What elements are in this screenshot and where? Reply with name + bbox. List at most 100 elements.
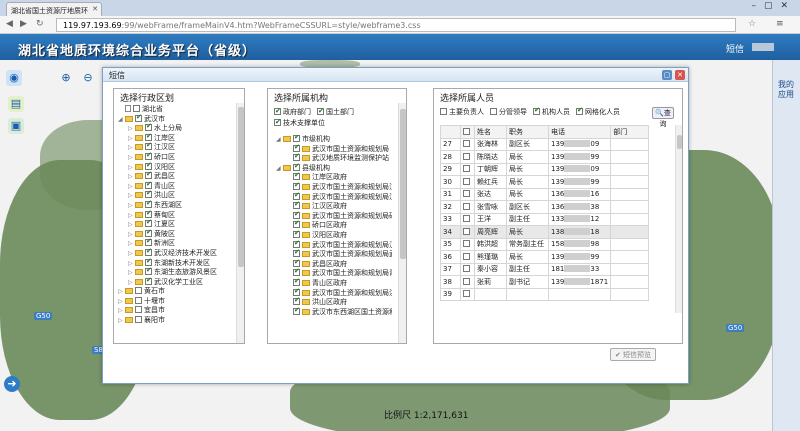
region-checkbox[interactable]	[135, 316, 142, 324]
url-input[interactable]: 119.97.193.69:99/webFrame/frameMainV4.ht…	[56, 18, 736, 32]
region-tree-item[interactable]: ▷ 洪山区	[118, 189, 234, 201]
region-checkbox[interactable]	[145, 228, 152, 237]
row-checkbox[interactable]	[463, 290, 470, 298]
expand-arrow-icon[interactable]: ▷	[128, 268, 135, 278]
region-tree-item[interactable]: ▷ 江汉区	[118, 141, 234, 153]
org-checkbox[interactable]	[293, 200, 300, 210]
table-row[interactable]: 30 赖红兵 局长 139 99	[440, 175, 650, 189]
org-checkbox[interactable]	[293, 181, 300, 191]
org-checkbox[interactable]	[293, 306, 300, 315]
org-checkbox[interactable]	[293, 219, 300, 229]
table-row[interactable]: 36 熊瑾璐 局长 139 99	[440, 250, 650, 264]
expand-arrow-icon[interactable]: ➜	[4, 376, 20, 392]
region-tree-item[interactable]: ▷ 水上分局	[118, 122, 234, 134]
org-filter-checkbox[interactable]	[317, 106, 324, 117]
expand-arrow-icon[interactable]: ▷	[128, 153, 135, 163]
row-checkbox[interactable]	[463, 252, 470, 260]
zoom-out-icon[interactable]: ⊖	[80, 70, 96, 86]
expand-arrow-icon[interactable]: ▷	[128, 163, 135, 173]
region-tree-item[interactable]: ▷ 武昌区	[118, 170, 234, 182]
people-filter-option[interactable]: 主要负责人	[440, 107, 484, 117]
org-checkbox[interactable]	[293, 296, 300, 306]
people-filter-checkbox[interactable]	[533, 106, 540, 115]
table-row[interactable]: 35 韩洪超 常务副主任 158 98	[440, 237, 650, 251]
row-checkbox[interactable]	[463, 227, 470, 235]
region-checkbox[interactable]	[133, 105, 140, 112]
region-checkbox[interactable]	[145, 266, 152, 276]
people-scrollbar[interactable]	[675, 125, 682, 313]
region-tree-item[interactable]: ▷ 江岸区	[118, 132, 234, 144]
region-tree-item[interactable]: ◢武汉市	[118, 113, 234, 125]
region-checkbox[interactable]	[145, 132, 152, 141]
region-checkbox[interactable]	[135, 306, 142, 314]
region-checkbox[interactable]	[135, 113, 142, 122]
row-select[interactable]	[460, 262, 475, 276]
org-checkbox[interactable]	[293, 239, 300, 248]
region-tree-item[interactable]: ▷ 黄石市	[118, 287, 234, 297]
row-checkbox[interactable]	[463, 202, 470, 210]
row-checkbox[interactable]	[463, 215, 470, 223]
expand-arrow-icon[interactable]: ▷	[128, 182, 135, 192]
region-tree-item[interactable]: ▷ 黄陂区	[118, 228, 234, 240]
org-checkbox[interactable]	[293, 171, 300, 181]
org-checkbox[interactable]	[293, 258, 300, 267]
row-select[interactable]	[460, 212, 475, 226]
row-checkbox[interactable]	[463, 265, 470, 273]
row-checkbox[interactable]	[463, 240, 470, 248]
region-checkbox[interactable]	[145, 237, 152, 247]
region-tree-item[interactable]: ▷ 青山区	[118, 180, 234, 192]
people-filter-checkbox[interactable]	[576, 106, 583, 115]
layer-icon[interactable]: ▤	[8, 96, 24, 112]
org-checkbox[interactable]	[293, 162, 300, 171]
org-checkbox[interactable]	[293, 229, 300, 239]
region-tree-item[interactable]: ▷ 宜昌市	[118, 306, 234, 316]
bookmark-star-icon[interactable]: ☆	[748, 19, 756, 29]
sms-link[interactable]: 短信	[726, 42, 744, 55]
region-tree-item[interactable]: ▷ 江夏区	[118, 218, 234, 230]
row-select[interactable]	[460, 162, 475, 176]
org-tree-item[interactable]: 武汉市东西湖区国土资源和	[276, 306, 392, 318]
org-filter-option[interactable]: 国土部门	[317, 106, 354, 118]
org-checkbox[interactable]	[293, 277, 300, 287]
close-icon[interactable]: ✕	[675, 70, 685, 80]
table-row[interactable]: 27 张海林 副区长 139 09	[440, 137, 650, 151]
org-filter-option[interactable]: 技术支撑单位	[274, 117, 325, 129]
region-checkbox[interactable]	[145, 276, 152, 285]
expand-arrow-icon[interactable]: ▷	[128, 239, 135, 249]
expand-arrow-icon[interactable]: ▷	[128, 211, 135, 221]
image-icon[interactable]: ▣	[8, 118, 24, 134]
row-select[interactable]	[460, 275, 475, 289]
row-select[interactable]	[460, 200, 475, 214]
collapse-arrow-icon[interactable]: ◢	[118, 115, 125, 125]
region-checkbox[interactable]	[145, 141, 152, 151]
table-row[interactable]: 39	[440, 287, 650, 301]
region-tree-item[interactable]: ▷ 襄阳市	[118, 316, 234, 326]
region-tree-item[interactable]: ▷ 武汉化学工业区	[118, 276, 234, 288]
expand-arrow-icon[interactable]: ▷	[128, 220, 135, 230]
region-checkbox[interactable]	[145, 161, 152, 170]
expand-arrow-icon[interactable]: ▷	[128, 249, 135, 259]
row-select[interactable]	[460, 187, 475, 201]
expand-arrow-icon[interactable]: ▷	[118, 297, 125, 307]
expand-arrow-icon[interactable]: ▷	[118, 316, 125, 326]
region-checkbox[interactable]	[145, 170, 152, 180]
expand-arrow-icon[interactable]: ▷	[128, 124, 135, 134]
expand-arrow-icon[interactable]: ▷	[128, 201, 135, 211]
zoom-in-icon[interactable]: ⊕	[58, 70, 74, 86]
search-button[interactable]: 🔍查询	[652, 107, 674, 128]
maximize-icon[interactable]: ▢	[662, 70, 672, 80]
globe-icon[interactable]: ◉	[6, 70, 22, 86]
region-tree-item[interactable]: ▷ 新洲区	[118, 237, 234, 249]
region-checkbox[interactable]	[145, 180, 152, 189]
row-select[interactable]	[460, 250, 475, 264]
row-select[interactable]	[460, 137, 475, 151]
people-filter-option[interactable]: 网格化人员	[576, 106, 620, 117]
reload-icon[interactable]: ↻	[36, 19, 44, 29]
region-tree-item[interactable]: ▷ 硚口区	[118, 151, 234, 163]
table-row[interactable]: 34 周亮辉 局长 138 18	[440, 225, 650, 239]
region-tree-item[interactable]: ▷ 东湖生态旅游风景区	[118, 266, 234, 278]
region-tree-item[interactable]: ▷ 东西湖区	[118, 199, 234, 211]
expand-arrow-icon[interactable]: ▷	[128, 278, 135, 288]
window-controls[interactable]: –▢✕	[751, 1, 796, 11]
sms-preview-button[interactable]: ✔ 短信预览	[610, 348, 656, 361]
